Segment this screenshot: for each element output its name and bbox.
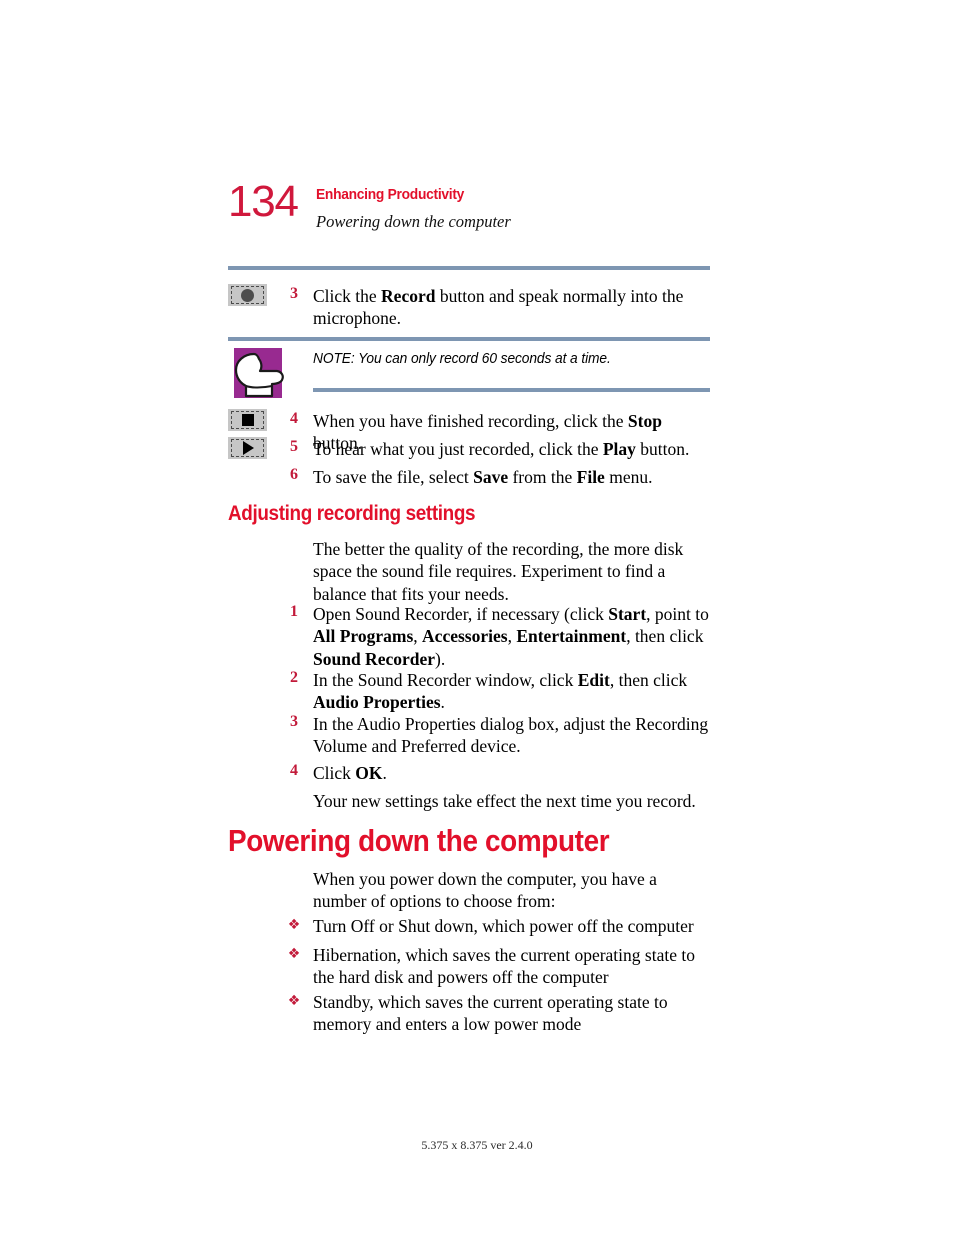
document-page: 134 Enhancing Productivity Powering down… [0,0,954,1235]
bullet-diamond-icon: ❖ [287,946,301,962]
play-triangle-glyph [242,441,254,455]
section-heading-adjusting: Adjusting recording settings [228,502,476,525]
list-item-text: Turn Off or Shut down, which power off t… [313,916,694,936]
step-text: Click the Record button and speak normal… [313,286,684,329]
section-closing-paragraph: Your new settings take effect the next t… [313,791,696,811]
section-intro-paragraph: The better the quality of the recording,… [313,539,684,604]
note-rule-bottom [313,388,710,392]
step-number: 6 [290,466,298,483]
note-rule-top [228,337,710,341]
pointing-hand-icon [232,348,287,398]
header-text-group: Enhancing Productivity Powering down the… [316,186,511,232]
bullet-diamond-icon: ❖ [287,917,301,933]
step-number: 1 [290,603,298,620]
section-heading-powering: Powering down the computer [228,823,610,858]
step-number: 2 [290,669,298,686]
page-header: 134 Enhancing Productivity Powering down… [228,180,712,250]
list-item-text: Standby, which saves the current operati… [313,992,668,1035]
divider-rule-top [228,266,710,270]
page-footer: 5.375 x 8.375 ver 2.4.0 [421,1138,533,1152]
step-text: In the Audio Properties dialog box, adju… [313,714,709,757]
powering-intro-paragraph: When you power down the computer, you ha… [313,869,657,912]
stop-button-icon [228,409,267,431]
step-text: In the Sound Recorder window, click Edit… [313,670,688,713]
play-button-icon [228,437,267,459]
step-text: Click OK. [313,763,387,783]
step-text: Open Sound Recorder, if necessary (click… [313,604,709,669]
section-subtitle: Powering down the computer [316,211,511,231]
bullet-diamond-icon: ❖ [287,993,301,1009]
chapter-title: Enhancing Productivity [316,186,465,203]
stop-square-glyph [241,414,254,426]
step-number: 3 [290,713,298,730]
step-text: To hear what you just recorded, click th… [313,439,690,459]
page-number: 134 [228,177,299,226]
record-button-icon [228,284,267,306]
step-number: 3 [290,285,298,302]
step-number: 4 [290,410,298,427]
note-text: NOTE: You can only record 60 seconds at … [313,351,611,367]
step-number: 4 [290,762,298,779]
record-circle-glyph [241,288,254,302]
step-number: 5 [290,438,298,455]
step-text: To save the file, select Save from the F… [313,467,653,487]
list-item-text: Hibernation, which saves the current ope… [313,945,695,988]
